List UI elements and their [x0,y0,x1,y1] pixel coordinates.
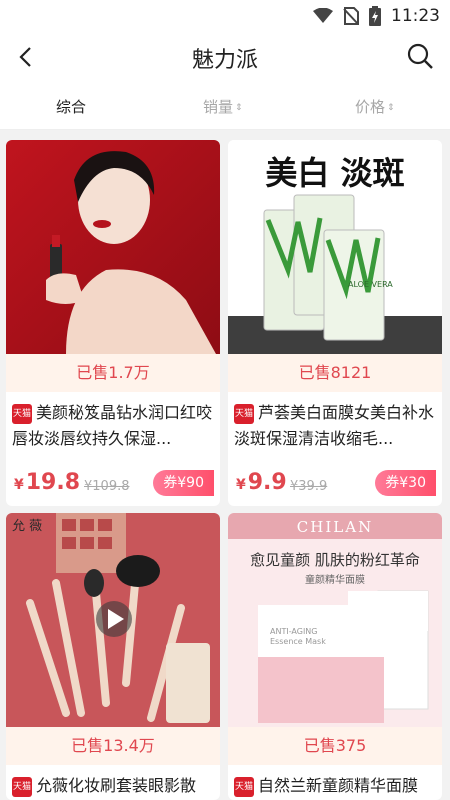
image-label: ALOE VERA [348,280,393,289]
tab-label: 价格 [355,98,386,116]
sold-count: 已售8121 [228,354,442,392]
page-title: 魅力派 [191,48,258,73]
tab-label: 综合 [56,98,87,116]
product-price: ¥9.9 [236,470,287,495]
no-sim-icon [343,7,359,25]
product-card[interactable]: 已售1.7万 天猫 美颜秘笈晶钻水润口红咬唇妆淡唇纹持久保湿... ¥19.8 … [6,140,220,506]
product-card[interactable]: CHILAN 愈见童颜 肌肤的粉红革命 童颜精华面膜 ANTI-AGING Es… [228,513,442,800]
sort-bar: 综合 销量 ⇕ 价格 ⇕ [0,84,450,130]
tab-label: 销量 [203,98,234,116]
coupon-badge[interactable]: 券¥30 [375,470,436,496]
original-price: ¥109.8 [84,479,130,494]
coupon-badge[interactable]: 券¥90 [153,470,214,496]
product-image [228,513,442,727]
product-price: ¥19.8 [14,470,81,495]
image-box-text: Essence Mask [270,637,326,646]
image-box-text: ANTI-AGING [270,627,318,636]
image-brand-text: 允 薇 [12,519,43,534]
price-value: 9.9 [247,470,287,495]
sold-count: 已售1.7万 [6,354,220,392]
product-image [6,513,220,727]
product-card[interactable]: 美白 淡斑 ALOE VERA 已售8121 天猫 芦荟美白面膜女美白补水淡斑保… [228,140,442,506]
image-headline: 美白 淡斑 [265,154,405,192]
tab-price[interactable]: 价格 ⇕ [355,96,395,117]
sort-arrows-icon: ⇕ [235,103,243,113]
header: 魅力派 [0,30,450,84]
wifi-icon [313,8,333,23]
sold-count: 已售375 [228,727,442,765]
product-name: 美颜秘笈晶钻水润口红咬唇妆淡唇纹持久保湿... [12,403,213,448]
original-price: ¥39.9 [290,479,328,494]
status-time: 11:23 [391,6,440,26]
product-image [6,140,220,354]
image-subtitle: 童颜精华面膜 [305,575,365,586]
sort-arrows-icon: ⇕ [387,103,395,113]
image-headline: 愈见童颜 肌肤的粉红革命 [250,551,420,569]
sold-count: 已售13.4万 [6,727,220,765]
search-icon[interactable] [406,42,434,70]
product-name: 允薇化妆刷套装眼影散 [36,776,197,795]
tab-sales[interactable]: 销量 ⇕ [203,96,243,117]
price-value: 19.8 [25,470,81,495]
product-card[interactable]: 允 薇 已售13.4万 天猫 允薇化妆刷套装眼影散 [6,513,220,800]
product-name: 芦荟美白面膜女美白补水淡斑保湿清洁收缩毛... [234,403,435,448]
status-bar: 11:23 [0,0,450,30]
product-name: 自然兰新童颜精华面膜 [258,776,419,795]
battery-charging-icon [369,6,381,26]
image-brand: CHILAN [296,518,374,536]
tab-comprehensive[interactable]: 综合 [56,96,86,117]
